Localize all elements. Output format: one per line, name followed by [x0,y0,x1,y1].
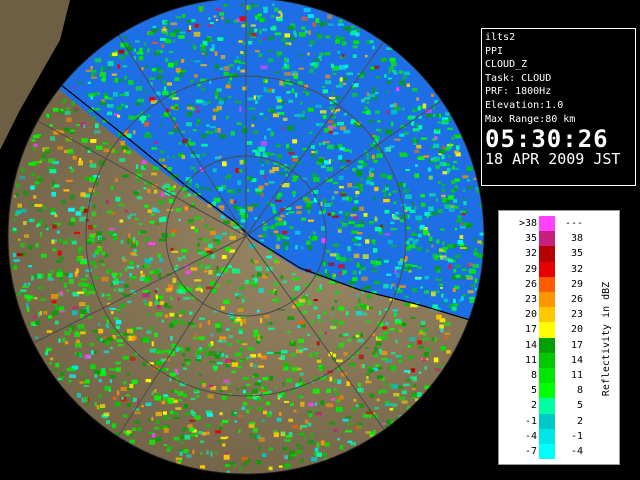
legend-row: -7 -4 [499,444,621,460]
legend-unit-label: Reflectivity in dBZ [601,281,612,397]
legend-low-value: -1 [524,415,537,427]
legend-high-value: 20 [570,324,583,336]
legend-low-value: 14 [524,339,537,351]
station-name: ilts2 [485,32,516,43]
legend-high-value: 29 [570,278,583,290]
legend-row: 35 38 [499,231,621,247]
legend-color-swatch [539,413,555,429]
max-range-value: Max Range:80 km [485,113,576,125]
legend-color-swatch [539,231,555,247]
legend-low-value: 32 [524,248,537,260]
scan-time: 05:30:26 [485,125,609,154]
legend-color-swatch [539,398,555,414]
legend-high-value: -1 [570,430,583,442]
legend-low-value: 5 [530,385,537,397]
legend-low-value: 8 [530,370,537,381]
legend-high-value: 23 [570,309,583,321]
legend-high-value: --- [564,218,583,229]
legend-low-value: -4 [524,430,537,442]
scan-info-panel: ilts2 PPI CLOUD_Z Task: CLOUD PRF: 1800H… [481,28,636,186]
legend-high-value: 26 [570,294,583,305]
legend-low-value: 2 [530,400,537,412]
legend-low-value: >38 [518,218,537,229]
legend-low-value: 26 [524,278,537,290]
reflectivity-legend: >38 --- 35 38 32 35 29 32 26 29 23 26 20 23 17 20 14 17 11… [498,210,620,465]
elevation-value: Elevation:1.0 [485,99,564,111]
legend-color-swatch [539,246,555,262]
scan-type: PPI [485,45,504,57]
legend-color-swatch [539,322,555,338]
legend-color-swatch [539,307,555,323]
legend-row: -4 -1 [499,428,621,444]
legend-low-value: -7 [524,446,537,457]
legend-row: >38 --- [499,216,621,232]
legend-high-value: 11 [570,370,583,381]
legend-high-value: 17 [570,339,583,351]
legend-color-swatch [539,261,555,277]
legend-high-value: 38 [570,233,583,245]
legend-color-swatch [539,337,555,353]
legend-low-value: 20 [524,309,537,321]
legend-low-value: 11 [524,354,537,366]
legend-color-swatch [539,292,555,308]
legend-color-swatch [539,383,555,399]
legend-color-swatch [539,444,555,460]
legend-color-swatch [539,428,555,444]
legend-low-value: 35 [524,233,537,245]
prf-value: PRF: 1800Hz [485,86,552,98]
legend-high-value: 5 [576,400,583,412]
legend-high-value: 14 [570,354,583,366]
legend-low-value: 29 [524,263,537,275]
legend-color-swatch [539,216,555,232]
legend-low-value: 17 [524,324,537,336]
task-name: Task: CLOUD [485,72,552,84]
legend-high-value: -4 [570,446,583,457]
product-name: CLOUD_Z [485,59,528,71]
legend-color-swatch [539,352,555,368]
legend-high-value: 35 [570,248,583,260]
legend-color-swatch [539,368,555,384]
legend-high-value: 8 [576,385,583,397]
legend-high-value: 32 [570,263,583,275]
legend-low-value: 23 [524,294,537,305]
scan-date: 18 APR 2009 JST [485,150,621,169]
legend-color-swatch [539,276,555,292]
legend-high-value: 2 [576,415,583,427]
